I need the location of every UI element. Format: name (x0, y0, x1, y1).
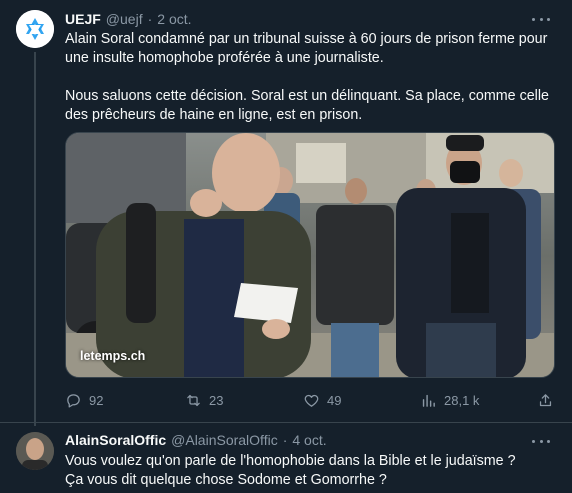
reply-count: 92 (89, 392, 104, 408)
tweet-paragraph: Alain Soral condamné par un tribunal sui… (65, 31, 548, 66)
tweet-thread: UEJF @uejf · 2 oct. Alain Soral condamné… (0, 0, 572, 493)
retweet-button[interactable]: 23 (185, 390, 223, 410)
author-handle[interactable]: @AlainSoralOffic (171, 432, 278, 448)
tweet-date[interactable]: 2 oct. (157, 11, 191, 27)
tweet-header: AlainSoralOffic @AlainSoralOffic · 4 oct… (65, 431, 327, 449)
like-button[interactable]: 49 (303, 390, 341, 410)
retweet-count: 23 (209, 392, 224, 408)
tweet-line: Vous voulez qu'on parle de l'homophobie … (65, 453, 516, 469)
tweet-date[interactable]: 4 oct. (292, 432, 326, 448)
divider (0, 422, 572, 423)
profile-photo (16, 432, 54, 470)
reply-button[interactable]: 92 (65, 390, 103, 410)
tweet-text: Vous voulez qu'on parle de l'homophobie … (65, 452, 555, 490)
reply-icon (67, 393, 80, 408)
views-button[interactable]: 28,1 k (420, 390, 479, 410)
media-source-caption: letemps.ch (80, 349, 146, 363)
tweet-text: Alain Soral condamné par un tribunal sui… (65, 30, 550, 125)
share-button[interactable] (537, 390, 554, 410)
tweet-header: UEJF @uejf · 2 oct. (65, 10, 192, 28)
author-handle[interactable]: @uejf (106, 11, 143, 27)
analytics-icon (422, 394, 435, 407)
more-options-icon[interactable] (532, 12, 550, 26)
separator: · (147, 11, 153, 27)
author-name[interactable]: AlainSoralOffic (65, 432, 166, 448)
retweet-icon (187, 394, 200, 406)
like-count: 49 (327, 392, 342, 408)
avatar[interactable] (16, 10, 54, 48)
news-photo (66, 133, 554, 377)
view-count: 28,1 k (444, 392, 480, 408)
thread-line (34, 52, 36, 426)
tweet-line: Ça vous dit quelque chose Sodome et Gomo… (65, 472, 387, 488)
tweet-paragraph: Nous saluons cette décision. Soral est u… (65, 88, 549, 123)
share-icon (539, 393, 552, 406)
star-of-david-logo (16, 10, 54, 48)
separator: · (282, 432, 288, 448)
more-options-icon[interactable] (532, 434, 550, 448)
author-name[interactable]: UEJF (65, 11, 101, 27)
tweet-photo[interactable]: letemps.ch (65, 132, 555, 378)
avatar[interactable] (16, 432, 54, 470)
tweet-actions: 92 23 49 28,1 k (65, 390, 555, 410)
heart-icon (304, 394, 319, 407)
